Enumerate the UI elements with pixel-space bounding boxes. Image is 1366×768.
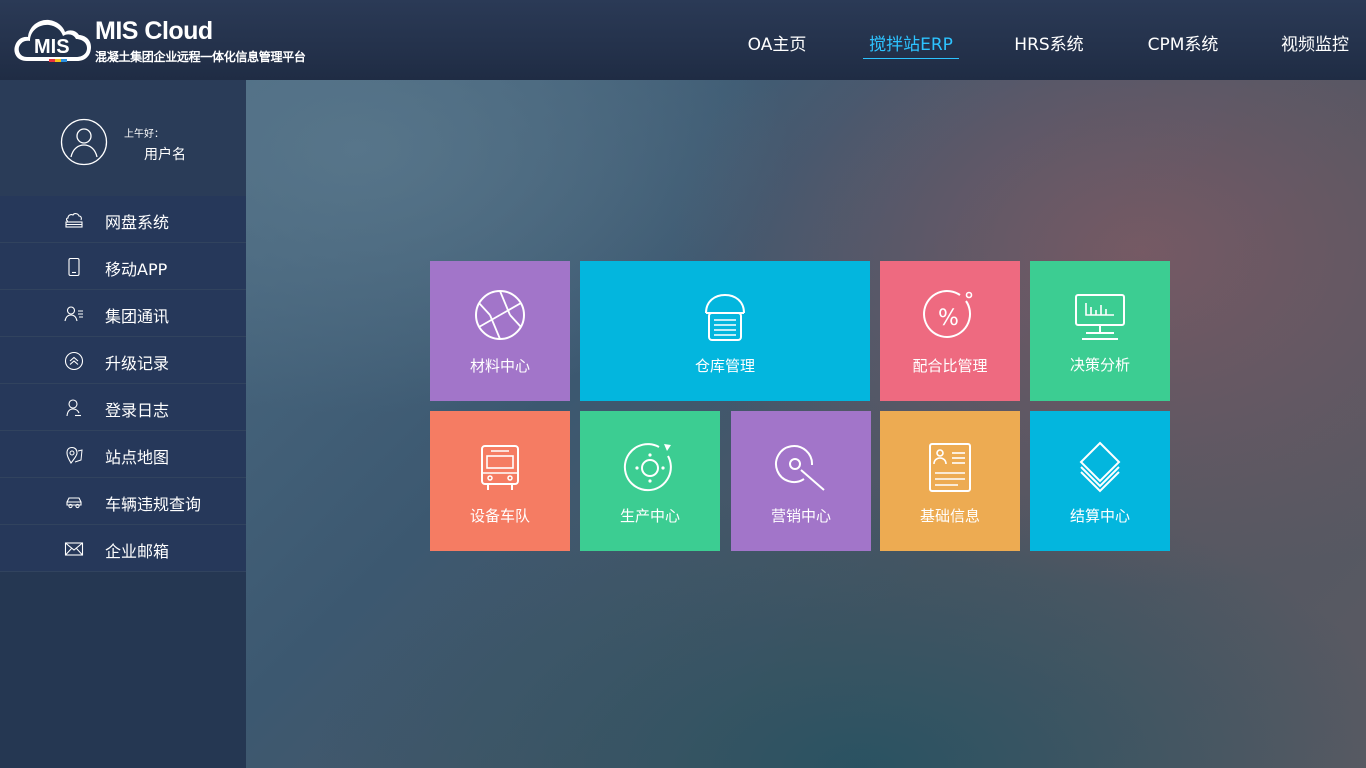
warehouse-icon — [705, 293, 745, 341]
sidebar-item-label: 登录日志 — [105, 401, 170, 420]
username[interactable]: 用户名 — [144, 144, 186, 164]
logo-badge-text: MIS — [34, 36, 70, 58]
tile-marketing-center[interactable]: 营销中心 — [731, 411, 871, 551]
nav-video-monitor[interactable]: 视频监控 — [1279, 30, 1351, 60]
login-log-icon — [66, 399, 81, 417]
nav-hrs-system[interactable]: HRS系统 — [1014, 30, 1084, 60]
sidebar-item-label: 站点地图 — [105, 448, 170, 467]
contacts-icon — [64, 306, 83, 322]
percent-icon: % — [923, 290, 973, 338]
main-content: 材料中心 仓库管理 % 配合比管理 决策分析 设备车队 生产中心 营销中心 基础… — [246, 80, 1366, 768]
layers-icon — [1079, 441, 1121, 493]
sidebar-item-site-map[interactable]: 站点地图 — [0, 431, 246, 478]
aperture-icon — [475, 290, 525, 340]
cloud-drive-icon — [65, 213, 83, 228]
sidebar: 上午好： 用户名 网盘系统 移动APP 集团通讯 升级记录 登录日志 站点地图 … — [0, 80, 246, 768]
sidebar-item-label: 升级记录 — [105, 354, 170, 373]
user-avatar-icon[interactable] — [60, 118, 108, 166]
tile-label: 营销中心 — [770, 507, 831, 525]
tile-mix-ratio-management[interactable]: % 配合比管理 — [880, 261, 1020, 401]
map-pin-icon — [66, 446, 83, 464]
brand-name: MIS Cloud — [95, 17, 213, 45]
tile-warehouse-management[interactable]: 仓库管理 — [580, 261, 870, 401]
tile-production-center[interactable]: 生产中心 — [580, 411, 720, 551]
sidebar-item-login-log[interactable]: 登录日志 — [0, 384, 246, 431]
tile-label: 材料中心 — [469, 357, 530, 375]
nav-cpm-system[interactable]: CPM系统 — [1145, 30, 1221, 60]
sidebar-menu: 网盘系统 移动APP 集团通讯 升级记录 登录日志 站点地图 车辆违规查询 企业… — [0, 196, 246, 572]
nav-mixing-station-erp[interactable]: 搅拌站ERP — [863, 30, 959, 60]
tile-label: 结算中心 — [1069, 507, 1130, 525]
sidebar-item-contacts[interactable]: 集团通讯 — [0, 290, 246, 337]
marketing-icon — [775, 445, 825, 491]
tile-basic-info[interactable]: 基础信息 — [880, 411, 1020, 551]
car-icon — [66, 497, 82, 509]
bus-icon — [481, 445, 519, 490]
profile-card-icon — [929, 443, 971, 492]
sidebar-item-label: 集团通讯 — [105, 307, 170, 326]
sidebar-item-label: 移动APP — [105, 260, 168, 279]
upgrade-icon — [64, 351, 84, 371]
sidebar-item-label: 企业邮箱 — [105, 542, 170, 561]
sidebar-item-vehicle-violation[interactable]: 车辆违规查询 — [0, 478, 246, 525]
cloud-logo-icon: MIS — [14, 19, 92, 62]
tile-settlement-center[interactable]: 结算中心 — [1030, 411, 1170, 551]
monitor-chart-icon — [1075, 294, 1125, 340]
brand-subtitle: 混凝土集团企业远程一体化信息管理平台 — [95, 50, 306, 64]
tile-label: 设备车队 — [469, 507, 530, 525]
sidebar-item-cloud-drive[interactable]: 网盘系统 — [0, 196, 246, 243]
tile-decision-analysis[interactable]: 决策分析 — [1030, 261, 1170, 401]
sidebar-item-mobile-app[interactable]: 移动APP — [0, 243, 246, 290]
percent-glyph: % — [938, 306, 959, 331]
tile-label: 仓库管理 — [694, 357, 755, 375]
tile-label: 决策分析 — [1069, 356, 1130, 374]
brand-logo[interactable]: MIS MIS Cloud 混凝土集团企业远程一体化信息管理平台 — [13, 14, 333, 66]
top-header: MIS MIS Cloud 混凝土集团企业远程一体化信息管理平台 OA主页 搅拌… — [0, 0, 1366, 80]
sidebar-item-label: 车辆违规查询 — [105, 495, 202, 514]
tile-label: 配合比管理 — [912, 357, 988, 375]
nav-oa-home[interactable]: OA主页 — [745, 30, 809, 60]
mail-icon — [64, 542, 84, 556]
sidebar-item-upgrade-log[interactable]: 升级记录 — [0, 337, 246, 384]
greeting-text: 上午好： — [124, 129, 164, 140]
sidebar-item-enterprise-mail[interactable]: 企业邮箱 — [0, 525, 246, 572]
production-icon — [623, 443, 672, 492]
mobile-icon — [68, 257, 80, 277]
tile-label: 基础信息 — [919, 507, 980, 525]
tile-material-center[interactable]: 材料中心 — [430, 261, 570, 401]
tile-equipment-fleet[interactable]: 设备车队 — [430, 411, 570, 551]
tile-label: 生产中心 — [619, 507, 680, 525]
sidebar-item-label: 网盘系统 — [105, 213, 170, 232]
user-panel: 上午好： 用户名 — [0, 80, 246, 196]
